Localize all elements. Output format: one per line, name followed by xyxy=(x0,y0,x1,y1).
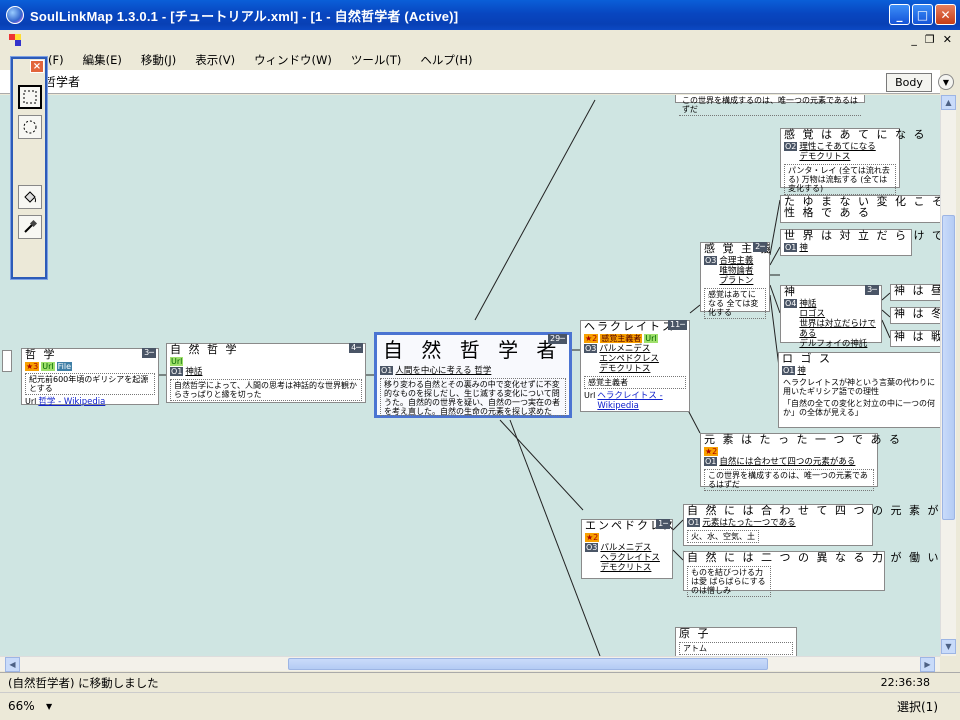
mdi-bar xyxy=(0,30,960,50)
status-time: 22:36:38 xyxy=(880,676,930,689)
menu-tools[interactable]: ツール(T) xyxy=(351,52,402,68)
status-bar: (自然哲学者) に移動しました 22:36:38 xyxy=(0,672,960,692)
menu-file[interactable]: (F) xyxy=(48,53,64,67)
body-button[interactable]: Body xyxy=(886,73,932,92)
minimize-button[interactable]: _ xyxy=(889,4,910,25)
map-node-one-element[interactable]: 元 素 は た っ た 一 つ で あ る ★2 O1 自然には合わせて四つの元素… xyxy=(700,433,900,491)
map-node-god-winter[interactable]: 神 は 冬 xyxy=(890,307,940,324)
rect-select-tool[interactable] xyxy=(18,85,42,109)
horizontal-scrollbar[interactable]: ◀ ▶ xyxy=(0,656,940,672)
map-node-natural-philosopher[interactable]: 29─ 自 然 哲 学 者 O1 人間を中心に考える 哲学 移り変わる自然とその裏… xyxy=(374,332,572,418)
maximize-button[interactable]: □ xyxy=(912,4,933,25)
palette-close-icon[interactable]: × xyxy=(30,60,44,73)
scroll-left-icon[interactable]: ◀ xyxy=(5,657,20,672)
map-node-constant-change[interactable]: た ゆ ま な い 変 化 こ そ が 自 然 の も 性 格 で あ る xyxy=(780,195,940,223)
map-node-two-forces[interactable]: 自 然 に は 二 つ の 異 な る 力 が 働 い て い る ものを結びつ… xyxy=(683,551,940,597)
vertical-scrollbar[interactable]: ▲ ▼ xyxy=(940,95,956,656)
menu-help[interactable]: ヘルプ(H) xyxy=(420,52,472,68)
map-node-senses-reliable[interactable]: 感 覚 は あ て に な る O2 理性こそあてになる デモクリトス パンタ・レイ… xyxy=(780,128,924,195)
map-canvas[interactable]: この世界を構成するのは、唯一つの元素であるはずだ 3─ 哲 学 ★3 Url Fil… xyxy=(0,95,940,656)
rect-select-icon xyxy=(23,90,37,104)
status-message: (自然哲学者) に移動しました xyxy=(8,675,159,690)
menu-edit[interactable]: 編集(E) xyxy=(83,52,122,68)
map-node-heraclitus[interactable]: 11─ ヘラクレイトス ★2 感覚主義者 Url O3 パルメニデス エンペドクレス デモ… xyxy=(580,320,690,412)
map-node-logos[interactable]: ロ ゴ ス O1 神 ヘラクレイトスが神という言葉の代わりに用いたギリシア語での理… xyxy=(778,352,940,428)
scroll-down-icon[interactable]: ▼ xyxy=(941,639,956,654)
selection-count: 選択(1) xyxy=(897,700,938,714)
lasso-select-tool[interactable] xyxy=(18,115,42,139)
map-node-god-war[interactable]: 神 は 戦 xyxy=(890,330,940,347)
horizontal-scroll-thumb[interactable] xyxy=(288,658,768,670)
map-node-sensualism[interactable]: 2─ 感 覚 主 義 O3 合理主義 唯物論者 プラトン 感覚はあてになる 全ては変化… xyxy=(700,242,771,319)
node-name-bar: 哲学者 Body xyxy=(0,70,940,94)
mdi-minimize-icon[interactable]: _ xyxy=(911,33,917,46)
map-node-natural-philosophy[interactable]: 4─ 自 然 哲 学 Url O1 神話 自然哲学によって、人間の思考は神話的な世… xyxy=(166,343,366,403)
menu-bar: (F) 編集(E) 移動(J) 表示(V) ウィンドウ(W) ツール(T) ヘル… xyxy=(0,50,960,70)
map-node-empedocles[interactable]: 1─ エンペドクレス ★2 O3 パルメニデス ヘラクレイトス デモクリトス xyxy=(581,519,674,579)
map-node-partial-top[interactable]: この世界を構成するのは、唯一つの元素であるはずだ xyxy=(675,95,865,116)
circle-select-icon xyxy=(23,120,37,134)
scroll-up-icon[interactable]: ▲ xyxy=(941,95,956,110)
menu-move[interactable]: 移動(J) xyxy=(141,52,176,68)
window-title: SoulLinkMap 1.3.0.1 - [チュートリアル.xml] - [1… xyxy=(30,8,459,24)
menu-window[interactable]: ウィンドウ(W) xyxy=(254,52,332,68)
map-node-world-opposites[interactable]: 世 界 は 対 立 だ ら け で あ る O1神 xyxy=(780,229,940,256)
zoom-level[interactable]: 66% xyxy=(8,699,35,713)
tool-palette: × xyxy=(11,57,47,279)
map-node-god[interactable]: 3─ 神 O4 神話 ロゴス 世界は対立だらけである デルフォイの神託 xyxy=(780,285,882,349)
zoom-dropdown-icon[interactable]: ▼ xyxy=(46,702,52,711)
mdi-close-icon[interactable]: ✕ xyxy=(943,33,952,46)
map-node-philosophy[interactable]: 3─ 哲 学 ★3 Url File 紀元前600年頃のギリシアを起源とする Url… xyxy=(21,348,159,407)
scroll-right-icon[interactable]: ▶ xyxy=(920,657,935,672)
map-node-offscreen[interactable] xyxy=(2,350,12,372)
vertical-scroll-thumb[interactable] xyxy=(942,215,955,520)
map-node-atom[interactable]: 原 子 アトム xyxy=(675,627,797,656)
menu-view[interactable]: 表示(V) xyxy=(195,52,235,68)
map-node-four-elements[interactable]: 自 然 に は 合 わ せ て 四 つ の 元 素 が あ る O1元素はたった… xyxy=(683,504,940,546)
title-bar: SoulLinkMap 1.3.0.1 - [チュートリアル.xml] - [1… xyxy=(0,0,960,30)
bottom-bar: 66% ▼ 選択(1) xyxy=(0,692,960,720)
app-icon[interactable] xyxy=(6,6,24,24)
document-icon[interactable] xyxy=(8,33,22,47)
fill-tool[interactable] xyxy=(18,185,42,209)
eyedropper-tool[interactable] xyxy=(18,215,42,239)
paint-bucket-icon xyxy=(24,191,36,203)
map-node-god-day[interactable]: 神 は 昼 xyxy=(890,284,940,301)
mdi-restore-icon[interactable]: ❐ xyxy=(925,33,935,46)
close-button[interactable]: ✕ xyxy=(935,4,956,25)
eyedropper-icon xyxy=(24,219,38,233)
current-node-name[interactable]: 哲学者 xyxy=(44,73,80,90)
chevron-down-icon[interactable]: ▼ xyxy=(938,74,954,90)
